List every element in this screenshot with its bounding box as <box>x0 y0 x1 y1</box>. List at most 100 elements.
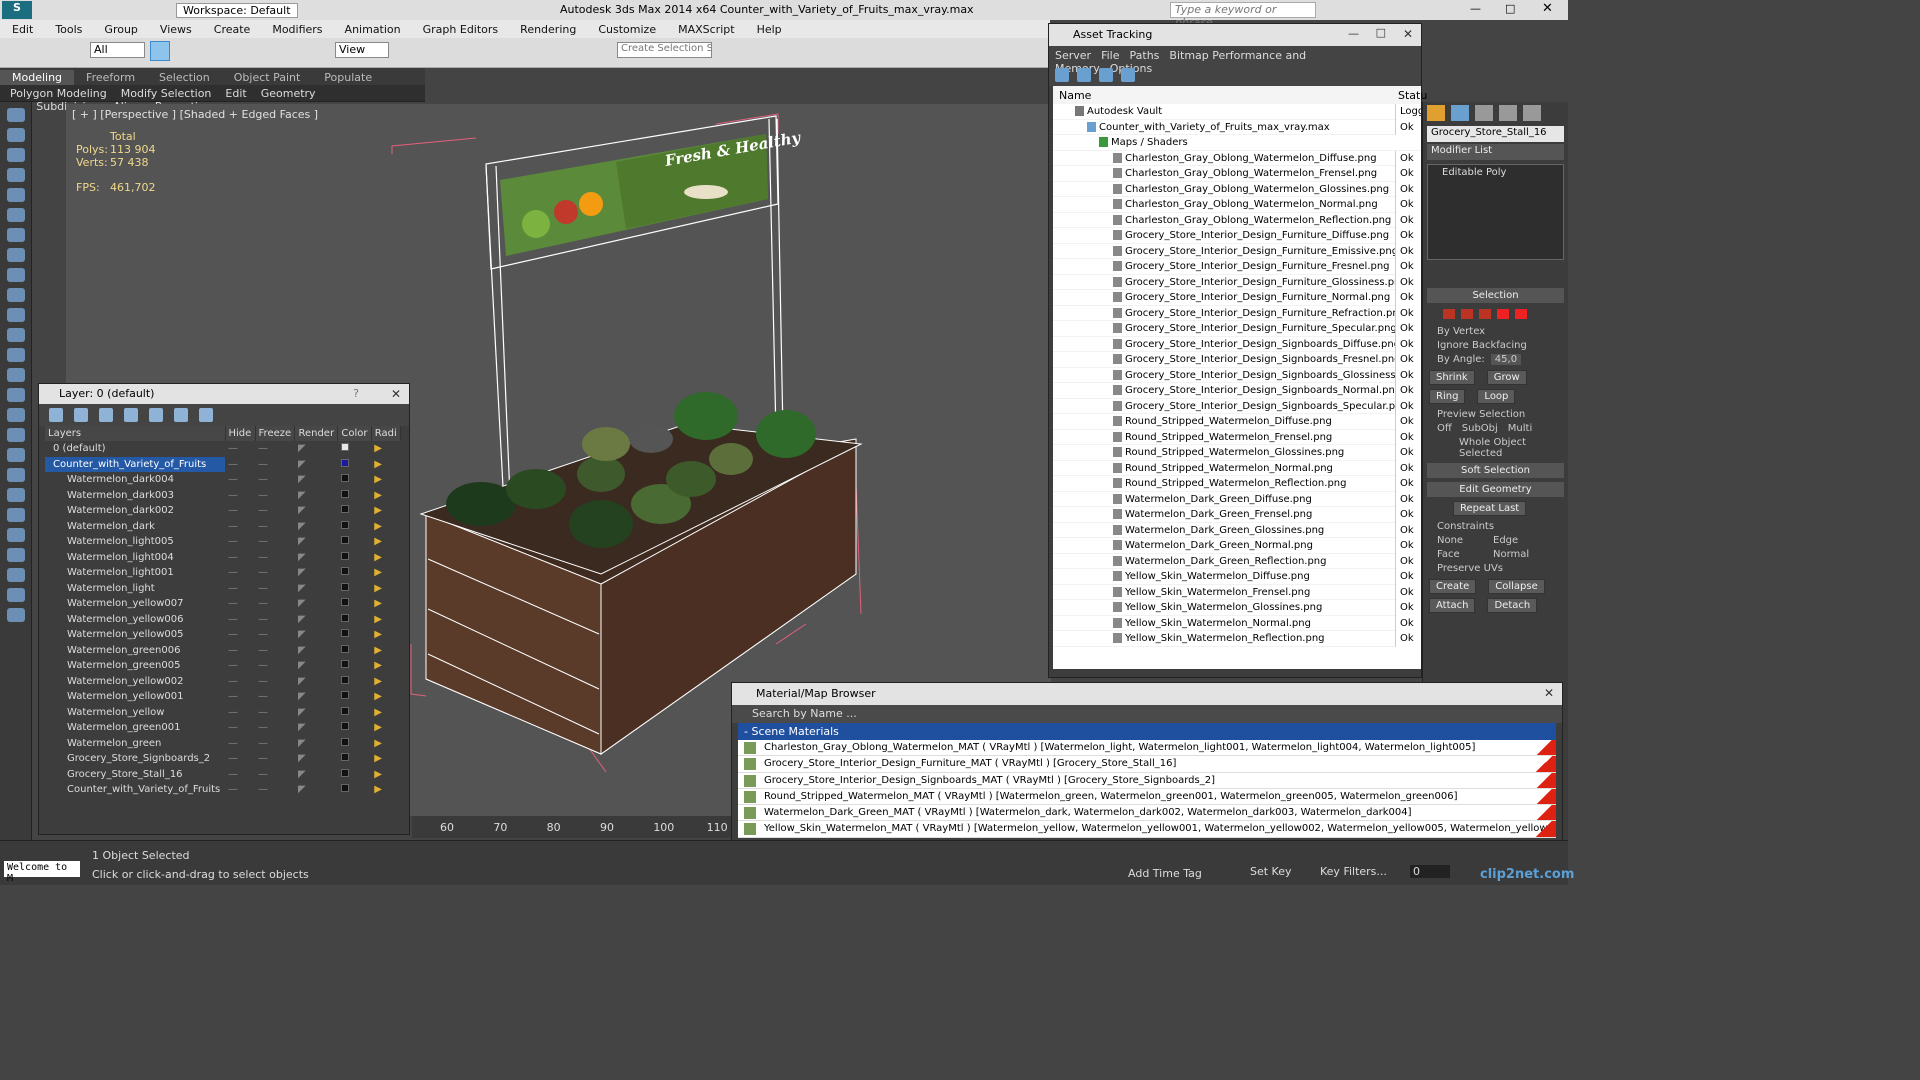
ribbon-tab-freeform[interactable]: Freeform <box>74 70 147 85</box>
asset-row[interactable]: Grocery_Store_Interior_Design_Furniture_… <box>1053 243 1421 259</box>
repeat-last-button[interactable]: Repeat Last <box>1453 501 1527 516</box>
layer-name[interactable]: Watermelon_yellow <box>45 705 225 721</box>
radiosity-toggle[interactable]: ▶ <box>371 751 400 767</box>
layer-name[interactable]: Watermelon_yellow002 <box>45 674 225 690</box>
freeze-toggle[interactable]: — <box>255 457 295 473</box>
tool-icon[interactable] <box>7 308 25 322</box>
display-tab-icon[interactable] <box>1523 105 1541 121</box>
freeze-toggle[interactable]: — <box>255 596 295 612</box>
layer-row[interactable]: Watermelon_yellow007— — ◤ ▶ <box>45 596 401 612</box>
layer-row[interactable]: Watermelon_dark003— — ◤ ▶ <box>45 488 401 504</box>
select-highlighted-icon[interactable] <box>124 408 138 422</box>
tool-icon[interactable] <box>7 388 25 402</box>
asset-menu-item[interactable]: Server <box>1055 49 1091 62</box>
tool-icon[interactable] <box>7 208 25 222</box>
ribbon-tab-selection[interactable]: Selection <box>147 70 222 85</box>
ribbon-tab-modeling[interactable]: Modeling <box>0 70 75 85</box>
freeze-toggle[interactable]: — <box>255 674 295 690</box>
menu-customize[interactable]: Customize <box>598 23 656 36</box>
asset-row[interactable]: Charleston_Gray_Oblong_Watermelon_Glossi… <box>1053 181 1421 197</box>
menu-animation[interactable]: Animation <box>345 23 401 36</box>
asset-row[interactable]: Yellow_Skin_Watermelon_Diffuse.png Ok <box>1053 569 1421 585</box>
asset-row[interactable]: Yellow_Skin_Watermelon_Normal.png Ok <box>1053 615 1421 631</box>
layer-row[interactable]: Watermelon_light005— — ◤ ▶ <box>45 534 401 550</box>
menu-create[interactable]: Create <box>214 23 251 36</box>
tool-icon[interactable] <box>7 408 25 422</box>
layer-column-layers[interactable]: Layers <box>45 426 226 441</box>
hide-toggle[interactable]: — <box>225 674 255 690</box>
tool-icon[interactable] <box>7 268 25 282</box>
asset-row[interactable]: Round_Stripped_Watermelon_Diffuse.png Ok <box>1053 414 1421 430</box>
layer-row[interactable]: Watermelon_green001— — ◤ ▶ <box>45 720 401 736</box>
menu-group[interactable]: Group <box>104 23 138 36</box>
menu-rendering[interactable]: Rendering <box>520 23 576 36</box>
freeze-toggle[interactable]: — <box>255 782 295 798</box>
tool-icon[interactable] <box>7 108 25 122</box>
layer-color-swatch[interactable] <box>340 784 349 793</box>
help-search-input[interactable]: Type a keyword or phrase <box>1170 2 1316 29</box>
hide-all-icon[interactable] <box>174 408 188 422</box>
tool-icon[interactable] <box>7 548 25 562</box>
material-row[interactable]: Yellow_Skin_Watermelon_MAT ( VRayMtl ) [… <box>738 821 1556 838</box>
layer-name[interactable]: Watermelon_green005 <box>45 658 225 674</box>
layer-color-swatch[interactable] <box>340 768 349 777</box>
stack-item[interactable]: Editable Poly <box>1432 167 1559 178</box>
radiosity-toggle[interactable]: ▶ <box>371 581 400 597</box>
layer-row[interactable]: Watermelon_yellow001— — ◤ ▶ <box>45 689 401 705</box>
scene-materials-header[interactable]: - Scene Materials <box>738 723 1556 740</box>
maximize-button[interactable]: □ <box>1505 2 1515 15</box>
layer-color-swatch[interactable] <box>340 629 349 638</box>
minimize-button[interactable]: — <box>1470 2 1481 15</box>
close-icon[interactable]: ✕ <box>1544 686 1554 700</box>
asset-row[interactable]: Grocery_Store_Interior_Design_Furniture_… <box>1053 228 1421 244</box>
constraint-none-radio[interactable]: None <box>1437 535 1493 546</box>
hide-toggle[interactable]: — <box>225 472 255 488</box>
radiosity-toggle[interactable]: ▶ <box>371 457 400 473</box>
layer-name[interactable]: Watermelon_light001 <box>45 565 225 581</box>
hide-toggle[interactable]: — <box>225 689 255 705</box>
render-toggle[interactable]: ◤ <box>295 488 338 504</box>
layer-row[interactable]: Watermelon_yellow002— — ◤ ▶ <box>45 674 401 690</box>
layer-row[interactable]: Watermelon_yellow — — ◤ ▶ <box>45 705 401 721</box>
freeze-toggle[interactable]: — <box>255 627 295 643</box>
layer-row[interactable]: Grocery_Store_Signboards_2— — ◤ ▶ <box>45 751 401 767</box>
render-toggle[interactable]: ◤ <box>295 751 338 767</box>
material-search-input[interactable]: Search by Name ... <box>732 705 1562 723</box>
freeze-toggle[interactable]: — <box>255 689 295 705</box>
tool-icon[interactable] <box>7 528 25 542</box>
freeze-toggle[interactable]: — <box>255 534 295 550</box>
hide-toggle[interactable]: — <box>225 596 255 612</box>
radiosity-toggle[interactable]: ▶ <box>371 627 400 643</box>
menu-graph-editors[interactable]: Graph Editors <box>423 23 499 36</box>
asset-row[interactable]: Watermelon_Dark_Green_Normal.png Ok <box>1053 538 1421 554</box>
layer-name[interactable]: Watermelon_dark002 <box>45 503 225 519</box>
asset-row[interactable]: Round_Stripped_Watermelon_Reflection.png… <box>1053 476 1421 492</box>
app-logo[interactable]: S <box>2 1 32 19</box>
multi-radio[interactable]: Multi <box>1508 423 1532 434</box>
layer-name[interactable]: Watermelon_yellow006 <box>45 612 225 628</box>
delete-layer-icon[interactable] <box>74 408 88 422</box>
asset-row[interactable]: Round_Stripped_Watermelon_Glossines.png O… <box>1053 445 1421 461</box>
asset-menu-item[interactable]: Paths <box>1130 49 1160 62</box>
tool-icon[interactable] <box>7 448 25 462</box>
ribbon-subtab[interactable]: Edit <box>225 87 246 100</box>
off-radio[interactable]: Off <box>1437 423 1452 434</box>
tool-icon[interactable] <box>7 168 25 182</box>
time-ruler[interactable]: 60 70 80 90 100 110 <box>412 816 732 838</box>
border-icon[interactable] <box>1479 309 1491 319</box>
layer-color-swatch[interactable] <box>340 660 349 669</box>
asset-row[interactable]: Round_Stripped_Watermelon_Normal.png Ok <box>1053 460 1421 476</box>
freeze-toggle[interactable]: — <box>255 488 295 504</box>
tool-icon[interactable] <box>7 428 25 442</box>
named-selection-dropdown[interactable]: Create Selection Se <box>617 42 712 58</box>
tool-icon[interactable] <box>7 368 25 382</box>
hide-toggle[interactable]: — <box>225 736 255 752</box>
loop-button[interactable]: Loop <box>1477 389 1516 404</box>
tool-icon[interactable] <box>7 348 25 362</box>
layer-name[interactable]: Watermelon_green006 <box>45 643 225 659</box>
layer-color-swatch[interactable] <box>340 551 349 560</box>
create-tab-icon[interactable] <box>1427 105 1445 121</box>
selection-rollout[interactable]: Selection <box>1427 288 1564 303</box>
hide-toggle[interactable]: — <box>225 751 255 767</box>
constraint-face-radio[interactable]: Face <box>1437 549 1493 560</box>
